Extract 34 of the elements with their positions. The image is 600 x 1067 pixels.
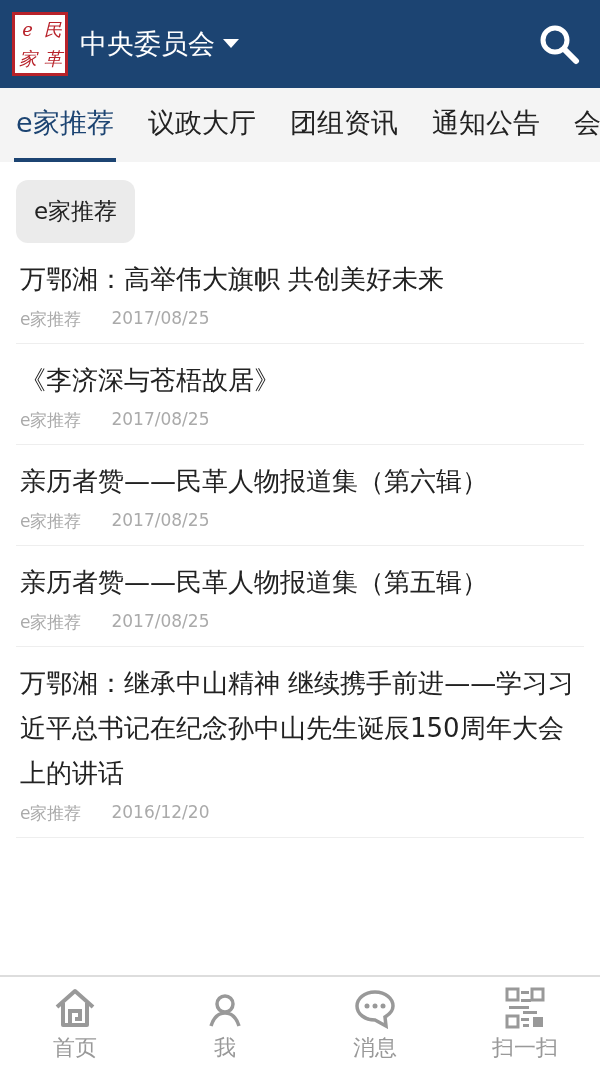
category-tab[interactable]: 会 xyxy=(571,88,600,162)
category-tab[interactable]: 团组资讯 xyxy=(287,88,400,162)
chat-bubble-icon xyxy=(354,989,396,1029)
qr-code-icon xyxy=(505,987,545,1029)
article-source: e家推荐 xyxy=(20,802,82,825)
section-label: e家推荐 xyxy=(16,180,136,243)
article-source: e家推荐 xyxy=(20,611,82,634)
article-date: 2017/08/25 xyxy=(111,308,210,330)
article-date: 2017/08/25 xyxy=(111,611,210,633)
article-source: e家推荐 xyxy=(20,510,82,533)
article-title: 《李济深与苍梧故居》 xyxy=(20,364,281,397)
article-item[interactable]: 《李济深与苍梧故居》 e家推荐 2017/08/25 xyxy=(16,344,584,445)
article-item[interactable]: 亲历者赞——民革人物报道集（第五辑） e家推荐 2017/08/25 xyxy=(16,546,584,647)
home-icon xyxy=(53,987,97,1029)
article-item[interactable]: 万鄂湘：高举伟大旗帜 共创美好未来 e家推荐 2017/08/25 xyxy=(16,243,584,344)
article-title: 亲历者赞——民革人物报道集（第五辑） xyxy=(20,566,489,599)
article-source: e家推荐 xyxy=(20,409,82,432)
article-source: e家推荐 xyxy=(20,308,82,331)
committee-dropdown[interactable]: 中央委员会 xyxy=(68,26,239,62)
article-item[interactable]: 万鄂湘：继承中山精神 继续携手前进——学习习近平总书记在纪念孙中山先生诞辰150周年大会上的讲话 e家推荐 2016/12/20 xyxy=(16,647,584,838)
logo-icon: e 民 家 革 xyxy=(12,12,68,76)
article-title: 万鄂湘：继承中山精神 继续携手前进——学习习近平总书记在纪念孙中山先生诞辰150周年大会上的讲话 xyxy=(20,667,576,790)
search-icon[interactable] xyxy=(538,23,580,65)
article-date: 2017/08/25 xyxy=(111,409,210,431)
category-tab[interactable]: e家推荐 xyxy=(14,88,116,162)
category-tab[interactable]: 议政大厅 xyxy=(145,88,258,162)
article-item[interactable]: 亲历者赞——民革人物报道集（第六辑） e家推荐 2017/08/25 xyxy=(16,445,584,546)
article-date: 2016/12/20 xyxy=(111,802,210,824)
category-tab[interactable]: 通知公告 xyxy=(429,88,542,162)
article-title: 亲历者赞——民革人物报道集（第六辑） xyxy=(20,465,489,498)
article-title: 万鄂湘：高举伟大旗帜 共创美好未来 xyxy=(20,263,446,296)
person-icon xyxy=(207,993,243,1029)
caret-icon xyxy=(223,39,239,49)
article-date: 2017/08/25 xyxy=(111,510,210,532)
